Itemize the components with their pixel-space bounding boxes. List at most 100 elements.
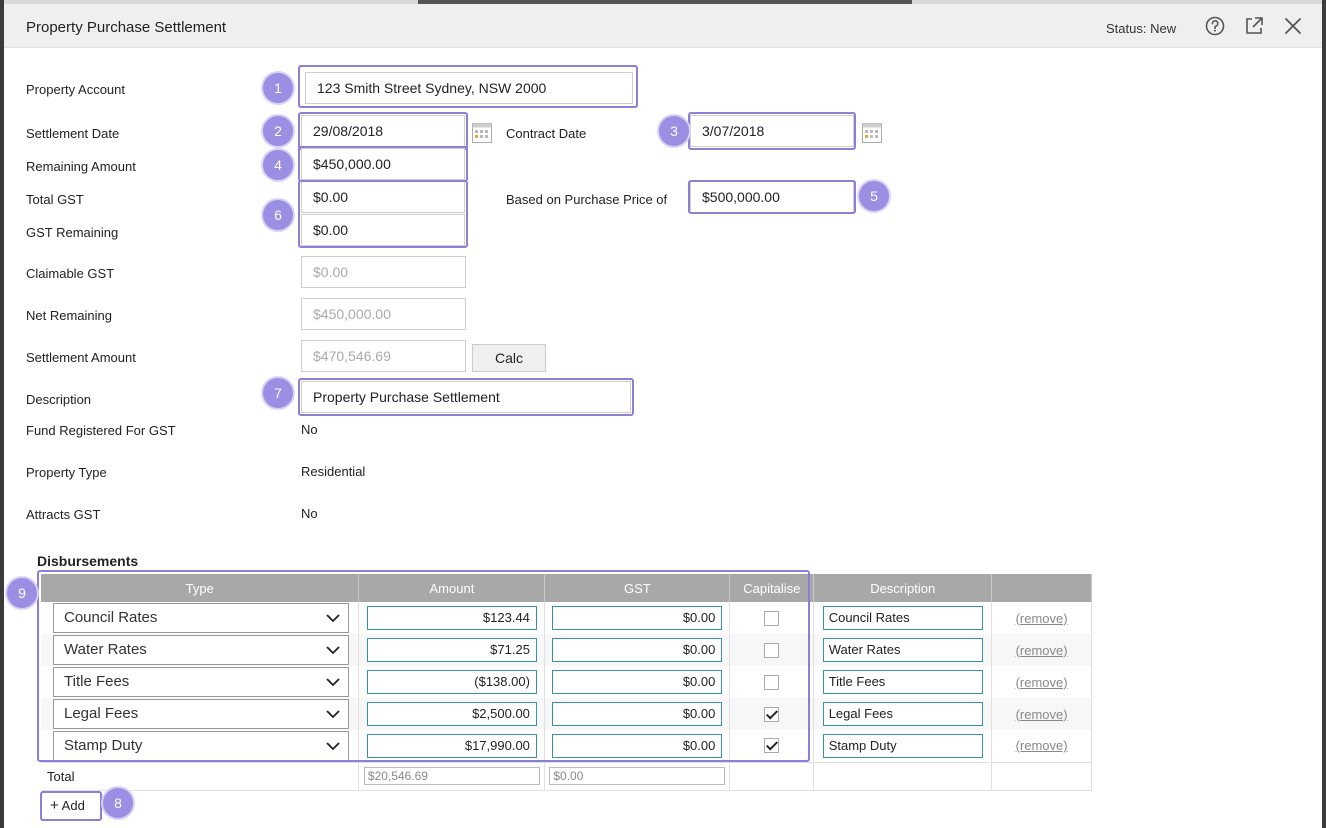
total-amount-field: $20,546.69: [363, 767, 540, 785]
type-select[interactable]: Water Rates: [53, 635, 349, 665]
description-field[interactable]: Title Fees: [822, 670, 983, 694]
attracts-gst-value: No: [301, 506, 318, 521]
total-row: Total $20,546.69 $0.00: [41, 761, 1092, 791]
step-badge-2: 2: [263, 116, 293, 146]
disbursements-table: Type Amount GST Capitalise Description C…: [41, 574, 1092, 791]
table-header-row: Type Amount GST Capitalise Description: [41, 574, 1092, 602]
type-select[interactable]: Title Fees: [53, 667, 349, 697]
property-account-label: Property Account: [26, 82, 125, 97]
calendar-icon[interactable]: [472, 123, 492, 143]
column-header-description: Description: [813, 574, 993, 602]
table-row: Council Rates $123.44 $0.00 Council Rates (r…: [41, 602, 1092, 634]
disbursements-title: Disbursements: [37, 553, 139, 569]
description-field[interactable]: Water Rates: [822, 638, 983, 662]
chevron-down-icon: [326, 614, 340, 623]
settlement-amount-field: $470,546.69: [301, 340, 466, 372]
calendar-icon[interactable]: [862, 123, 882, 143]
amount-field[interactable]: ($138.00): [366, 670, 537, 694]
step-badge-9: 9: [7, 578, 37, 608]
settlement-date-label: Settlement Date: [26, 126, 120, 141]
remove-link[interactable]: (remove): [992, 675, 1091, 690]
chevron-down-icon: [326, 646, 340, 655]
remaining-amount-field[interactable]: $450,000.00: [301, 148, 465, 180]
step-badge-6: 6: [263, 200, 293, 230]
capitalise-checkbox[interactable]: [764, 706, 780, 722]
type-select-value: Stamp Duty: [64, 736, 143, 754]
net-remaining-label: Net Remaining: [26, 308, 112, 323]
amount-field[interactable]: $123.44: [366, 606, 537, 630]
total-gst-label: Total GST: [26, 192, 84, 207]
total-gst-field: $0.00: [549, 767, 726, 785]
table-row: Title Fees ($138.00) $0.00 Title Fees (remov…: [41, 666, 1092, 698]
amount-field[interactable]: $2,500.00: [366, 702, 537, 726]
capitalise-checkbox[interactable]: [764, 738, 780, 754]
column-header-capitalise: Capitalise: [729, 574, 815, 602]
step-badge-8: 8: [103, 788, 133, 818]
remove-link[interactable]: (remove): [992, 707, 1091, 722]
type-select[interactable]: Stamp Duty: [53, 730, 349, 761]
remove-link[interactable]: (remove): [992, 738, 1091, 753]
property-account-field[interactable]: 123 Smith Street Sydney, NSW 2000: [305, 72, 633, 104]
gst-remaining-label: GST Remaining: [26, 225, 119, 240]
description-field[interactable]: Stamp Duty: [822, 733, 983, 758]
status-label: Status: New: [1106, 21, 1177, 36]
gst-field[interactable]: $0.00: [552, 733, 723, 758]
remaining-amount-label: Remaining Amount: [26, 159, 136, 174]
step-badge-1: 1: [263, 73, 293, 103]
capitalise-checkbox[interactable]: [764, 642, 780, 658]
gst-remaining-field[interactable]: $0.00: [301, 214, 465, 246]
fund-registered-value: No: [301, 422, 318, 437]
gst-field[interactable]: $0.00: [552, 702, 723, 726]
attracts-gst-label: Attracts GST: [26, 507, 101, 522]
amount-field[interactable]: $71.25: [366, 638, 537, 662]
column-header-actions: [991, 574, 1092, 602]
purchase-price-field[interactable]: $500,000.00: [690, 181, 854, 213]
property-type-label: Property Type: [26, 465, 107, 480]
column-header-gst: GST: [544, 574, 731, 602]
step-badge-3: 3: [659, 116, 689, 146]
gst-field[interactable]: $0.00: [552, 606, 723, 630]
remove-link[interactable]: (remove): [992, 611, 1091, 626]
description-field[interactable]: Legal Fees: [822, 702, 983, 726]
table-row: Legal Fees $2,500.00 $0.00 Legal Fees (remov…: [41, 698, 1092, 730]
type-select-value: Title Fees: [64, 673, 130, 690]
contract-date-field[interactable]: 3/07/2018: [690, 115, 854, 147]
chevron-down-icon: [326, 678, 340, 687]
contract-date-label: Contract Date: [506, 126, 587, 141]
type-select[interactable]: Council Rates: [53, 603, 349, 633]
description-field[interactable]: Council Rates: [822, 606, 983, 630]
settlement-date-field[interactable]: 29/08/2018: [301, 115, 465, 147]
net-remaining-field: $450,000.00: [301, 298, 466, 330]
step-badge-5: 5: [859, 181, 889, 211]
help-circle-icon[interactable]: [1204, 15, 1226, 37]
total-label: Total: [41, 761, 360, 791]
description-field[interactable]: Property Purchase Settlement: [301, 381, 631, 413]
step-badge-4: 4: [263, 150, 293, 180]
calc-button[interactable]: Calc: [472, 344, 546, 372]
gst-field[interactable]: $0.00: [552, 638, 723, 662]
remove-link[interactable]: (remove): [992, 643, 1091, 658]
add-button-label: Add: [61, 798, 85, 813]
capitalise-checkbox[interactable]: [764, 674, 780, 690]
chevron-down-icon: [326, 742, 340, 751]
close-icon[interactable]: [1282, 15, 1304, 37]
capitalise-checkbox[interactable]: [764, 610, 780, 626]
dialog-title: Property Purchase Settlement: [26, 19, 227, 36]
settlement-amount-label: Settlement Amount: [26, 350, 136, 365]
claimable-gst-field: $0.00: [301, 256, 466, 288]
total-gst-field[interactable]: $0.00: [301, 181, 465, 213]
plus-icon: +: [50, 797, 59, 814]
dialog-titlebar: Property Purchase Settlement Status: New: [4, 4, 1322, 48]
type-select[interactable]: Legal Fees: [53, 699, 349, 729]
gst-field[interactable]: $0.00: [552, 670, 723, 694]
external-link-icon[interactable]: [1243, 15, 1265, 37]
background-overlay-right: [1322, 0, 1326, 828]
type-select-value: Legal Fees: [64, 705, 139, 722]
step-badge-7: 7: [263, 378, 293, 408]
amount-field[interactable]: $17,990.00: [366, 733, 537, 758]
add-disbursement-button[interactable]: + Add: [40, 791, 102, 821]
type-select-value: Water Rates: [64, 641, 147, 658]
column-header-type: Type: [41, 574, 360, 602]
chevron-down-icon: [326, 710, 340, 719]
column-header-amount: Amount: [358, 574, 546, 602]
